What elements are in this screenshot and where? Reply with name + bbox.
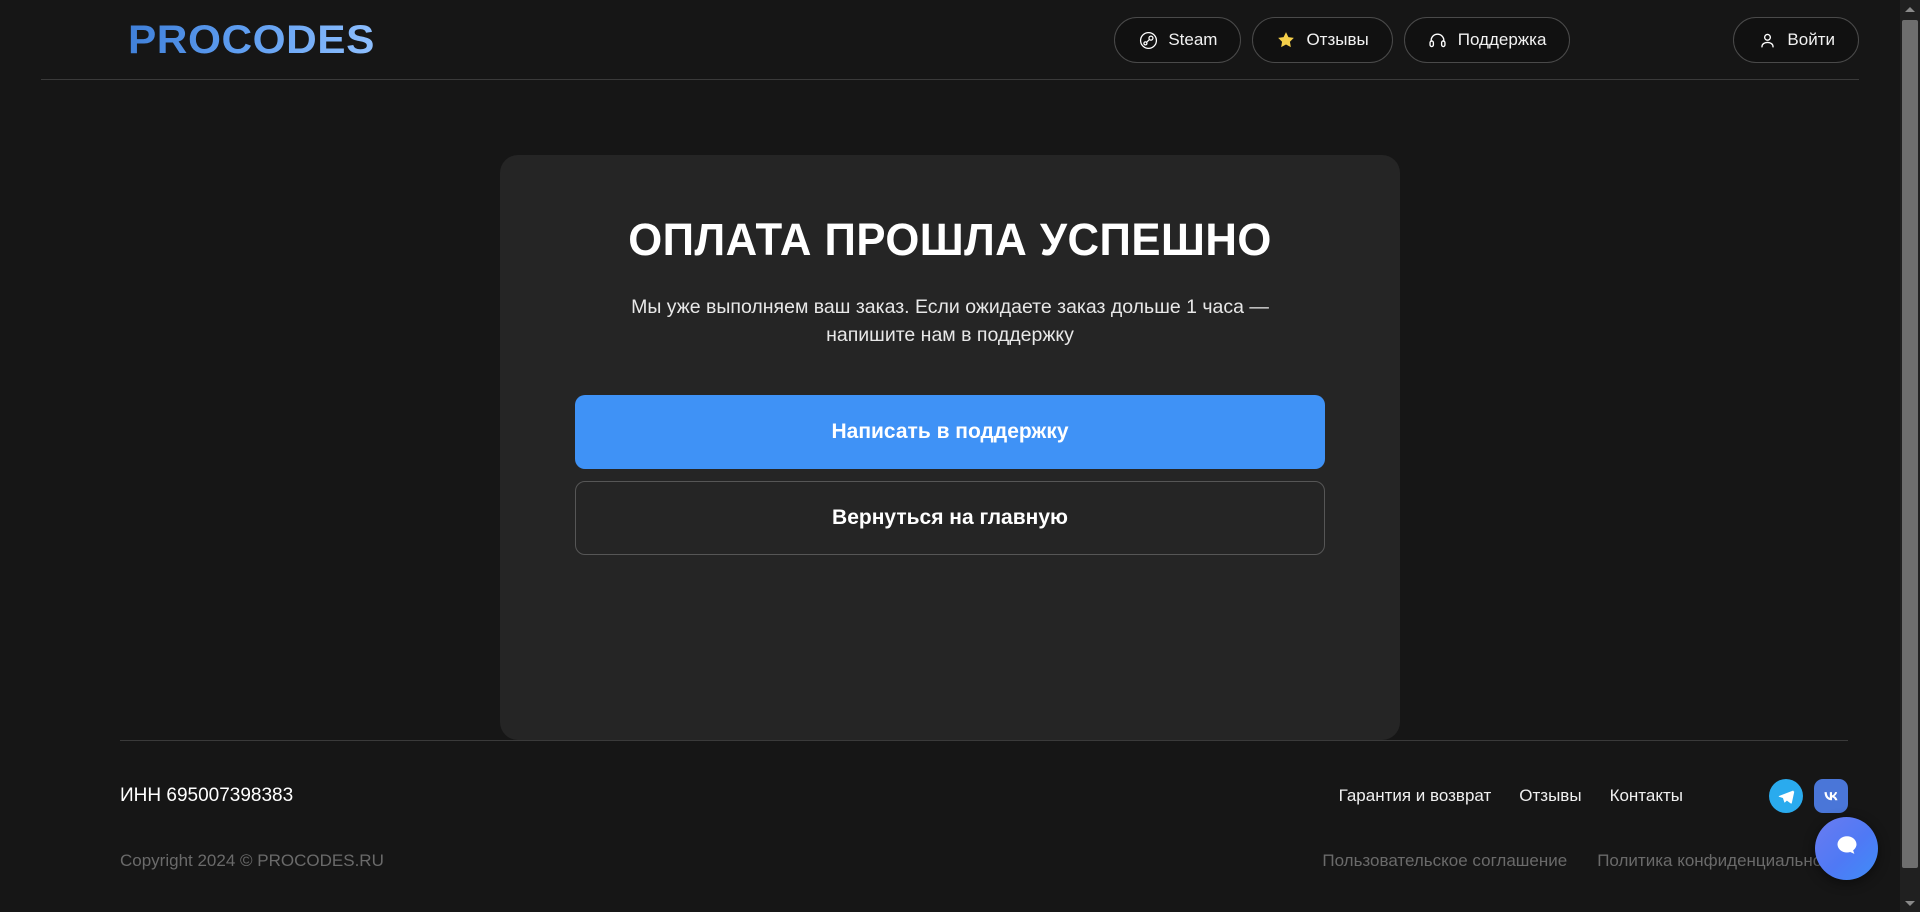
header-nav: Steam Отзывы Поддержка Войти	[1114, 17, 1859, 63]
chat-bubble-icon	[1832, 831, 1862, 866]
legal-links: Пользовательское соглашение Политика кон…	[1322, 851, 1848, 871]
nav-button-reviews[interactable]: Отзывы	[1252, 17, 1393, 63]
payment-success-card: ОПЛАТА ПРОШЛА УСПЕШНО Мы уже выполняем в…	[500, 155, 1400, 740]
site-footer: ИНН 695007398383 Гарантия и возврат Отзы…	[0, 740, 1900, 912]
login-button[interactable]: Войти	[1733, 17, 1859, 63]
page-title: ОПЛАТА ПРОШЛА УСПЕШНО	[628, 214, 1272, 265]
legal-link-user-agreement[interactable]: Пользовательское соглашение	[1322, 851, 1567, 871]
write-to-support-button[interactable]: Написать в поддержку	[575, 395, 1325, 470]
scrollbar-down-arrow[interactable]	[1900, 894, 1920, 912]
nav-button-steam-label: Steam	[1168, 30, 1218, 49]
chat-widget-button[interactable]	[1815, 817, 1878, 880]
login-wrapper: Войти	[1733, 17, 1859, 63]
nav-button-reviews-label: Отзывы	[1306, 30, 1369, 49]
footer-divider	[120, 740, 1848, 741]
nav-button-support-label: Поддержка	[1457, 30, 1547, 49]
chevron-up-icon	[1905, 6, 1915, 12]
steam-icon	[1138, 30, 1158, 50]
header-divider	[41, 79, 1859, 80]
footer-link-reviews[interactable]: Отзывы	[1519, 786, 1581, 806]
company-inn: ИНН 695007398383	[120, 785, 294, 806]
scrollbar-up-arrow[interactable]	[1900, 0, 1920, 18]
telegram-icon[interactable]	[1769, 779, 1803, 813]
page-viewport: PROCODES Steam Отзывы Поддержка Войти ОП…	[0, 0, 1900, 912]
social-links	[1769, 779, 1848, 813]
vk-icon[interactable]	[1814, 779, 1848, 813]
vertical-scrollbar[interactable]	[1900, 0, 1920, 912]
chevron-down-icon	[1905, 900, 1915, 906]
scrollbar-thumb[interactable]	[1902, 20, 1918, 868]
footer-top-row: ИНН 695007398383 Гарантия и возврат Отзы…	[120, 769, 1848, 823]
main-content: ОПЛАТА ПРОШЛА УСПЕШНО Мы уже выполняем в…	[0, 80, 1900, 740]
back-to-home-button[interactable]: Вернуться на главную	[575, 481, 1325, 556]
footer-link-warranty[interactable]: Гарантия и возврат	[1339, 786, 1492, 806]
site-header: PROCODES Steam Отзывы Поддержка Войти	[0, 0, 1900, 80]
footer-link-contacts[interactable]: Контакты	[1610, 786, 1683, 806]
user-icon	[1757, 30, 1777, 50]
legal-link-privacy-policy[interactable]: Политика конфиденциальности	[1597, 851, 1848, 871]
login-button-label: Войти	[1787, 30, 1835, 49]
copyright-text: Copyright 2024 © PROCODES.RU	[120, 851, 384, 870]
nav-button-support[interactable]: Поддержка	[1403, 17, 1571, 63]
star-icon	[1276, 30, 1296, 50]
page-description: Мы уже выполняем ваш заказ. Если ожидает…	[631, 295, 1269, 346]
footer-links: Гарантия и возврат Отзывы Контакты	[1339, 779, 1848, 813]
nav-button-steam[interactable]: Steam	[1114, 17, 1242, 63]
headset-icon	[1428, 30, 1448, 50]
site-logo[interactable]: PROCODES	[128, 20, 375, 60]
footer-bottom-row: Copyright 2024 © PROCODES.RU Пользовател…	[120, 837, 1848, 885]
